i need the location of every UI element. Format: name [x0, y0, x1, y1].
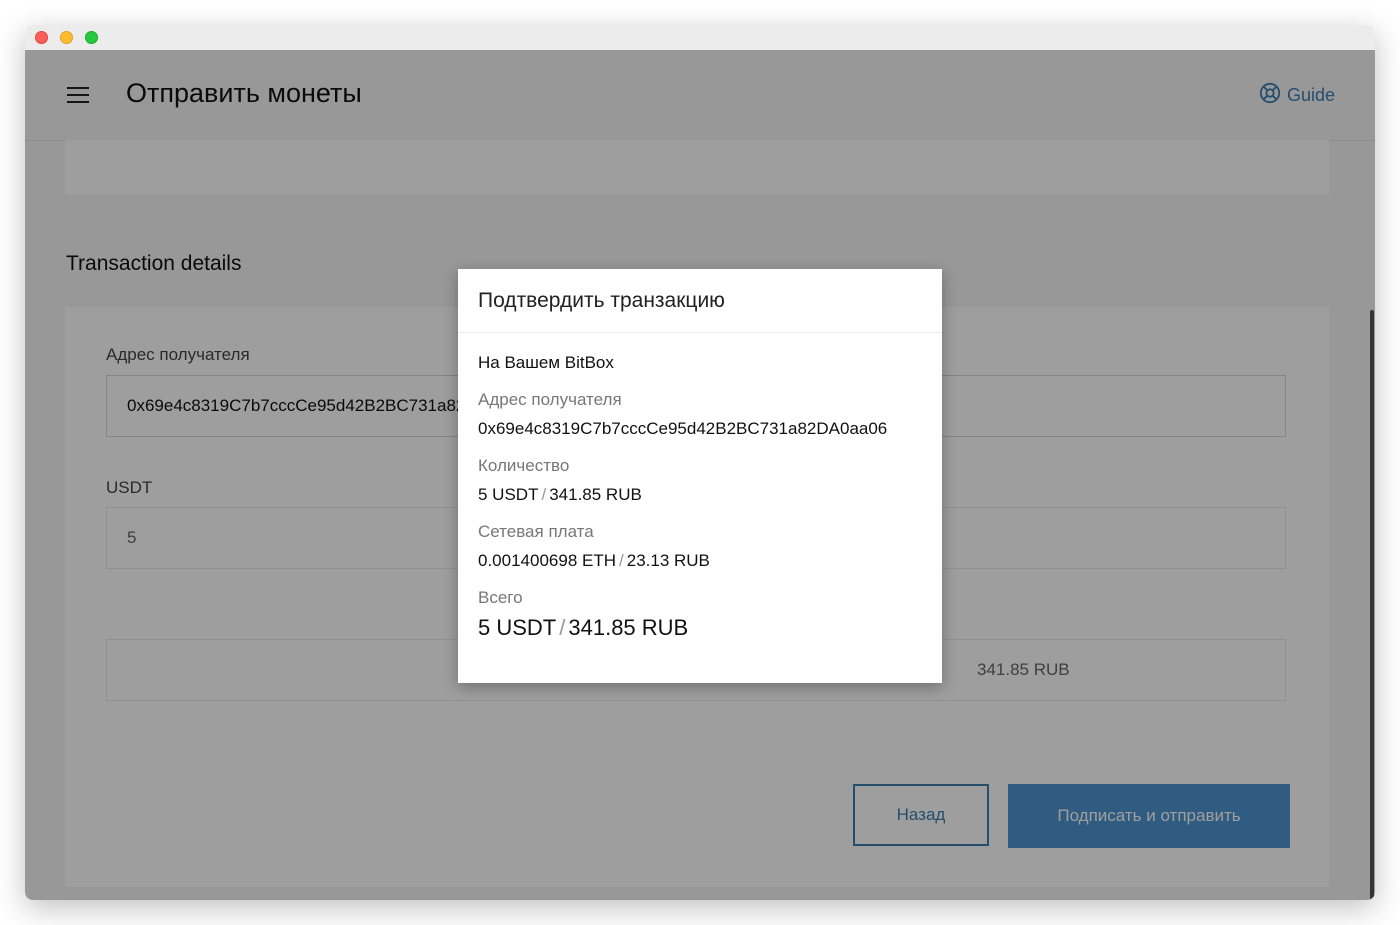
- dialog-fee-label: Сетевая плата: [478, 522, 594, 541]
- separator: /: [619, 551, 624, 570]
- dialog-recipient-value: 0x69e4c8319C7b7cccCe95d42B2BC731a82DA0aa…: [478, 419, 888, 438]
- total-fiat: 341.85 RUB: [568, 615, 689, 640]
- dialog-amount-label: Количество: [478, 456, 570, 475]
- separator: /: [541, 485, 547, 504]
- minimize-window-button[interactable]: [60, 31, 73, 44]
- dialog-fee-value: 0.001400698 ETH/23.13 RUB: [478, 551, 922, 571]
- dialog-total-value: 5 USDT/341.85 RUB: [478, 615, 922, 641]
- dialog-body: На Вашем BitBox Адрес получателя 0x69e4c…: [458, 333, 942, 641]
- total-crypto: 5 USDT: [478, 615, 557, 640]
- device-instruction: На Вашем BitBox: [478, 353, 614, 372]
- dialog-total-label: Всего: [478, 588, 523, 607]
- confirm-transaction-dialog: Подтвердить транзакцию На Вашем BitBox А…: [458, 269, 942, 683]
- amount-fiat: 341.85 RUB: [549, 485, 642, 504]
- amount-crypto: 5 USDT: [478, 485, 539, 504]
- maximize-window-button[interactable]: [85, 31, 98, 44]
- dialog-recipient-label: Адрес получателя: [478, 390, 622, 409]
- fee-crypto: 0.001400698 ETH: [478, 551, 616, 570]
- window-titlebar: [25, 25, 1375, 51]
- dialog-title: Подтвердить транзакцию: [458, 269, 942, 333]
- close-window-button[interactable]: [35, 31, 48, 44]
- separator: /: [559, 615, 566, 640]
- fee-fiat: 23.13 RUB: [626, 551, 710, 570]
- dialog-amount-value: 5 USDT/341.85 RUB: [478, 485, 922, 505]
